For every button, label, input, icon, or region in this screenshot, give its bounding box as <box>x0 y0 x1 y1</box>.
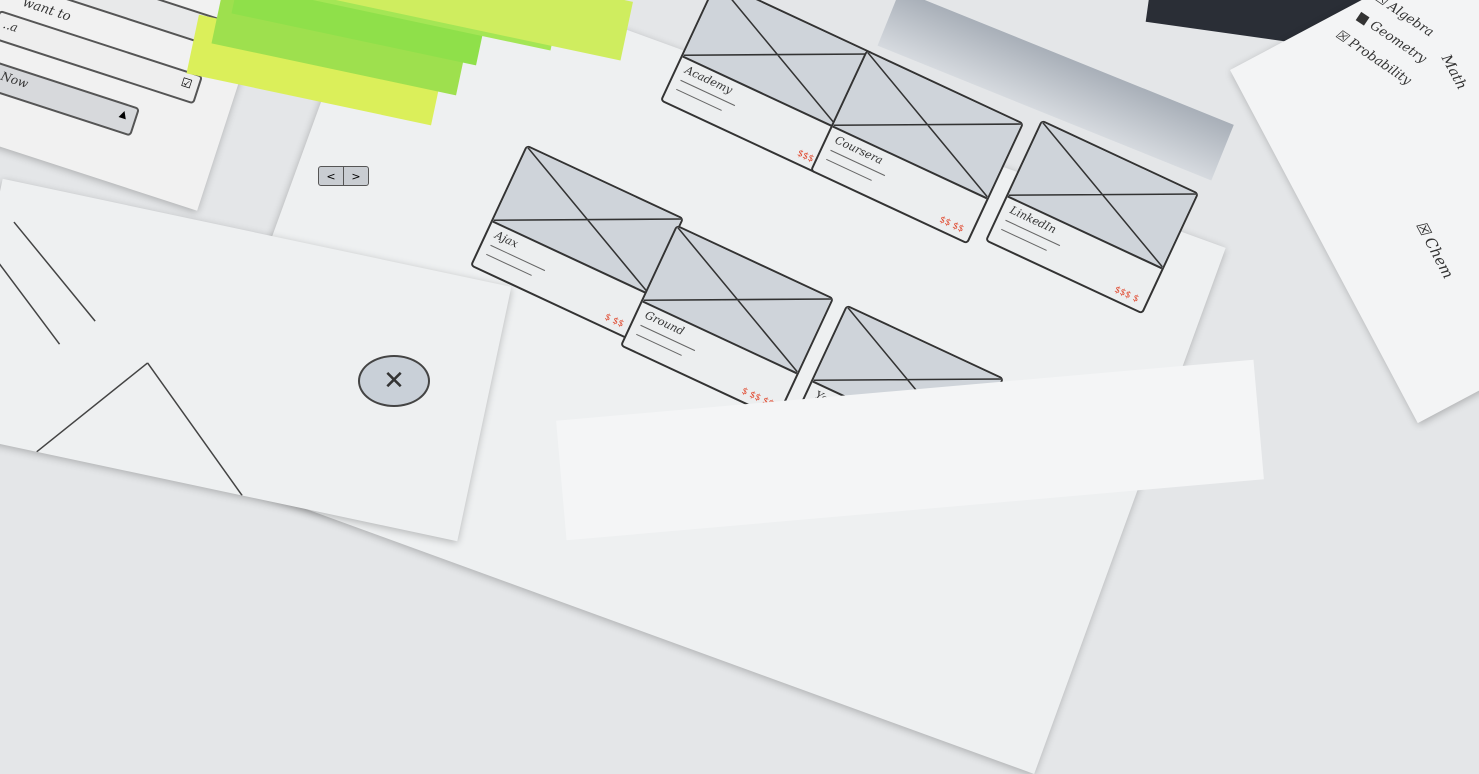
checkbox-icon[interactable]: ☑ <box>179 75 194 92</box>
select-value: Now <box>0 68 31 91</box>
next-button[interactable]: > <box>344 167 368 185</box>
card-price: $ $$ <box>602 312 626 330</box>
pager: < > <box>318 166 369 186</box>
card-price: $$$ <box>795 148 816 165</box>
card-price: $$ $$ <box>937 214 966 235</box>
card-price: $$$ $ <box>1112 284 1141 305</box>
close-button[interactable]: ✕ <box>358 355 430 407</box>
prev-button[interactable]: < <box>319 167 344 185</box>
caret-icon: ▲ <box>117 108 129 122</box>
field-value: ..a <box>1 17 20 35</box>
close-icon: ✕ <box>383 366 405 396</box>
